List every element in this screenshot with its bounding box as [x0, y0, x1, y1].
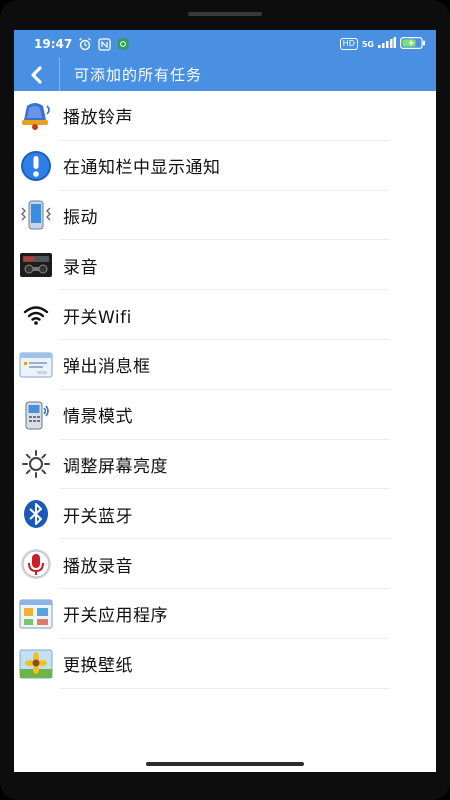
wifi-icon — [19, 298, 53, 332]
alarm-icon — [78, 37, 92, 51]
signal-icon — [378, 37, 396, 51]
task-item-popup-dialog[interactable]: 弹出消息框 — [14, 340, 436, 390]
status-bar: 19:47 HD 5G — [14, 30, 436, 58]
app-grid-icon — [19, 597, 53, 631]
task-label: 在通知栏中显示通知 — [63, 158, 221, 179]
task-label: 播放铃声 — [63, 108, 133, 129]
app-bar: 可添加的所有任务 — [14, 58, 436, 91]
vibrate-phone-icon — [19, 198, 53, 232]
dialog-box-icon — [19, 348, 53, 382]
screen: 19:47 HD 5G 可添加的所有任务 播放铃声 在通知栏中显示通知 振动 录… — [14, 30, 436, 772]
task-item-play-ringtone[interactable]: 播放铃声 — [14, 91, 436, 141]
home-indicator[interactable] — [146, 762, 304, 766]
task-item-scene-mode[interactable]: 情景模式 — [14, 390, 436, 440]
bluetooth-icon — [19, 497, 53, 531]
task-item-record[interactable]: 录音 — [14, 240, 436, 290]
back-button[interactable] — [14, 58, 60, 91]
nfc-icon — [98, 37, 111, 51]
task-label: 开关蓝牙 — [63, 506, 133, 527]
task-item-brightness[interactable]: 调整屏幕亮度 — [14, 440, 436, 490]
recorder-icon — [19, 248, 53, 282]
app-notification-icon — [117, 38, 129, 50]
speaker-grille — [188, 12, 262, 16]
task-label: 开关Wifi — [63, 307, 132, 328]
wallpaper-icon — [19, 647, 53, 681]
task-label: 情景模式 — [63, 407, 133, 428]
phone-profile-icon — [19, 398, 53, 432]
task-item-change-wallpaper[interactable]: 更换壁纸 — [14, 639, 436, 689]
battery-charging-icon — [400, 36, 426, 52]
task-label: 开关应用程序 — [63, 606, 168, 627]
phone-frame: 19:47 HD 5G 可添加的所有任务 播放铃声 在通知栏中显示通知 振动 录… — [0, 0, 450, 800]
bell-icon — [19, 99, 53, 133]
brightness-icon — [19, 447, 53, 481]
task-label: 播放录音 — [63, 556, 133, 577]
microphone-icon — [19, 547, 53, 581]
status-right: HD 5G — [339, 36, 426, 52]
task-label: 录音 — [63, 257, 98, 278]
task-item-show-notification[interactable]: 在通知栏中显示通知 — [14, 141, 436, 191]
task-item-vibrate[interactable]: 振动 — [14, 191, 436, 241]
chevron-left-icon — [30, 65, 42, 84]
hd-badge: HD — [339, 38, 358, 50]
status-time: 19:47 — [34, 37, 73, 51]
task-item-toggle-wifi[interactable]: 开关Wifi — [14, 290, 436, 340]
page-title: 可添加的所有任务 — [74, 66, 203, 84]
task-label: 更换壁纸 — [63, 656, 133, 677]
info-icon — [19, 149, 53, 183]
network-type: 5G — [361, 39, 374, 49]
task-item-play-recording[interactable]: 播放录音 — [14, 539, 436, 589]
task-item-toggle-bluetooth[interactable]: 开关蓝牙 — [14, 489, 436, 539]
task-label: 振动 — [63, 207, 98, 228]
task-list: 播放铃声 在通知栏中显示通知 振动 录音 开关Wifi 弹出消息框 情景模式 调… — [14, 91, 436, 689]
task-label: 弹出消息框 — [63, 357, 151, 378]
task-item-toggle-app[interactable]: 开关应用程序 — [14, 589, 436, 639]
task-label: 调整屏幕亮度 — [63, 456, 168, 477]
